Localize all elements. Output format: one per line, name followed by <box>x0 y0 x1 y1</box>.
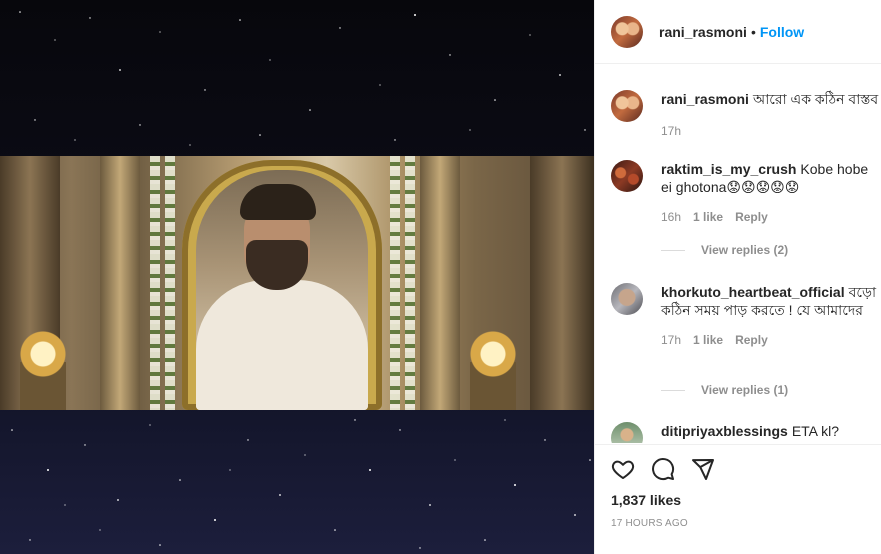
comment-text: আরো এক কঠিন বাস্তব <box>752 91 879 107</box>
likes-count[interactable]: 1,837 likes <box>611 492 681 508</box>
comment-time[interactable]: 17h <box>661 122 681 140</box>
view-replies-label: View replies (2) <box>701 243 789 257</box>
commenter-avatar[interactable] <box>611 283 643 315</box>
left-garland <box>150 156 160 410</box>
author-username[interactable]: rani_rasmoni <box>659 24 747 40</box>
commenter-username[interactable]: rani_rasmoni <box>661 91 749 107</box>
comment-likes[interactable]: 1 like <box>693 208 723 226</box>
left-lamp <box>20 330 66 410</box>
post-side-panel: rani_rasmoni • Follow rani_rasmoni আরো এক… <box>594 0 881 554</box>
right-lamp <box>470 330 516 410</box>
view-replies-button[interactable]: View replies (1) <box>661 383 788 397</box>
right-inner-pillar <box>420 156 460 410</box>
right-pillar <box>530 156 594 410</box>
post-time[interactable]: 17 HOURS AGO <box>611 518 688 529</box>
comment-icon[interactable] <box>651 457 675 481</box>
heart-icon[interactable] <box>611 457 635 481</box>
commenter-username[interactable]: raktim_is_my_crush <box>661 161 796 177</box>
left-inner-pillar <box>100 156 140 410</box>
right-garland <box>390 156 400 410</box>
portrait <box>196 170 368 410</box>
left-garland-2 <box>165 156 175 410</box>
right-garland-2 <box>405 156 415 410</box>
action-icons <box>611 457 715 481</box>
share-icon[interactable] <box>691 457 715 481</box>
post-media[interactable] <box>0 0 594 554</box>
commenter-username[interactable]: ditipriyaxblessings <box>661 423 788 439</box>
comment-likes[interactable]: 1 like <box>693 331 723 349</box>
follow-button[interactable]: Follow <box>760 24 804 40</box>
comment-time[interactable]: 17h <box>661 331 681 349</box>
comments-list[interactable]: rani_rasmoni আরো এক কঠিন বাস্তব 17h rakti… <box>595 65 881 443</box>
replies-divider <box>661 389 685 391</box>
commenter-username[interactable]: khorkuto_heartbeat_official <box>661 284 845 300</box>
caption-comment: rani_rasmoni আরো এক কঠিন বাস্তব 17h <box>611 90 881 140</box>
commenter-avatar[interactable] <box>611 422 643 443</box>
comment-time[interactable]: 16h <box>661 208 681 226</box>
replies-divider <box>661 249 685 251</box>
view-replies-button[interactable]: View replies (2) <box>661 243 788 257</box>
commenter-avatar[interactable] <box>611 160 643 192</box>
author-avatar[interactable] <box>611 15 643 48</box>
memorial-portrait-photo <box>0 156 594 410</box>
separator-dot: • <box>750 23 756 40</box>
comment-item: raktim_is_my_crush Kobe hobe ei ghotona😟😟… <box>611 160 881 226</box>
commenter-avatar[interactable] <box>611 90 643 122</box>
reply-button[interactable]: Reply <box>735 208 768 226</box>
comment-item: ditipriyaxblessings ETA kl? <box>611 422 881 443</box>
post-actions: 1,837 likes 17 HOURS AGO <box>595 444 881 554</box>
comment-item: khorkuto_heartbeat_official বড়ো কঠিন সময… <box>611 283 881 349</box>
comment-text: ETA kl? <box>791 423 840 439</box>
view-replies-label: View replies (1) <box>701 383 789 397</box>
reply-button[interactable]: Reply <box>735 331 768 349</box>
post-header: rani_rasmoni • Follow <box>595 0 881 64</box>
